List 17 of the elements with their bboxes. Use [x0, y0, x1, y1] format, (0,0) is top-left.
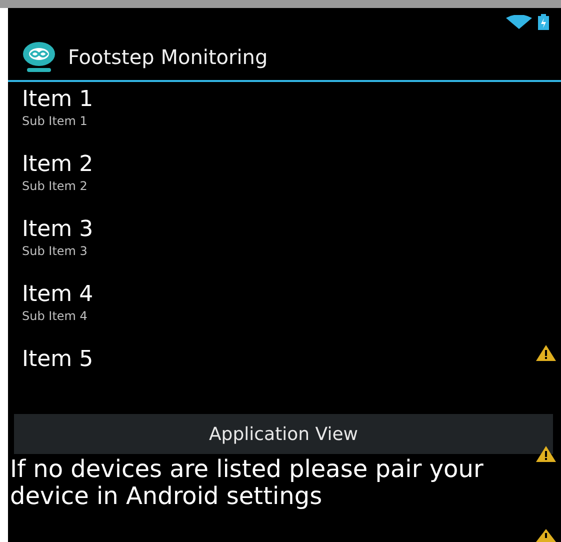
list-item-subtitle: Sub Item 1	[22, 114, 88, 128]
list-item-title[interactable]: Item 4	[22, 281, 94, 309]
wifi-icon	[506, 15, 532, 29]
battery-icon	[538, 14, 549, 30]
list-item-subtitle: Sub Item 4	[22, 309, 88, 323]
app-title: Footstep Monitoring	[68, 45, 268, 69]
list-item-subtitle: Sub Item 2	[22, 179, 88, 193]
application-view-button[interactable]: Application View	[14, 414, 553, 454]
warning-icon	[535, 344, 557, 362]
warning-icon	[535, 445, 557, 463]
list-item-title[interactable]: Item 3	[22, 216, 94, 244]
app-logo-icon	[22, 41, 56, 73]
list-item-title[interactable]: Item 5	[22, 346, 94, 374]
list-item-subtitle: Sub Item 3	[22, 244, 88, 258]
pairing-message: If no devices are listed please pair your device in Android settings	[9, 454, 484, 510]
list-item-title[interactable]: Item 2	[22, 151, 94, 179]
list-item-title[interactable]: Item 1	[22, 86, 94, 114]
